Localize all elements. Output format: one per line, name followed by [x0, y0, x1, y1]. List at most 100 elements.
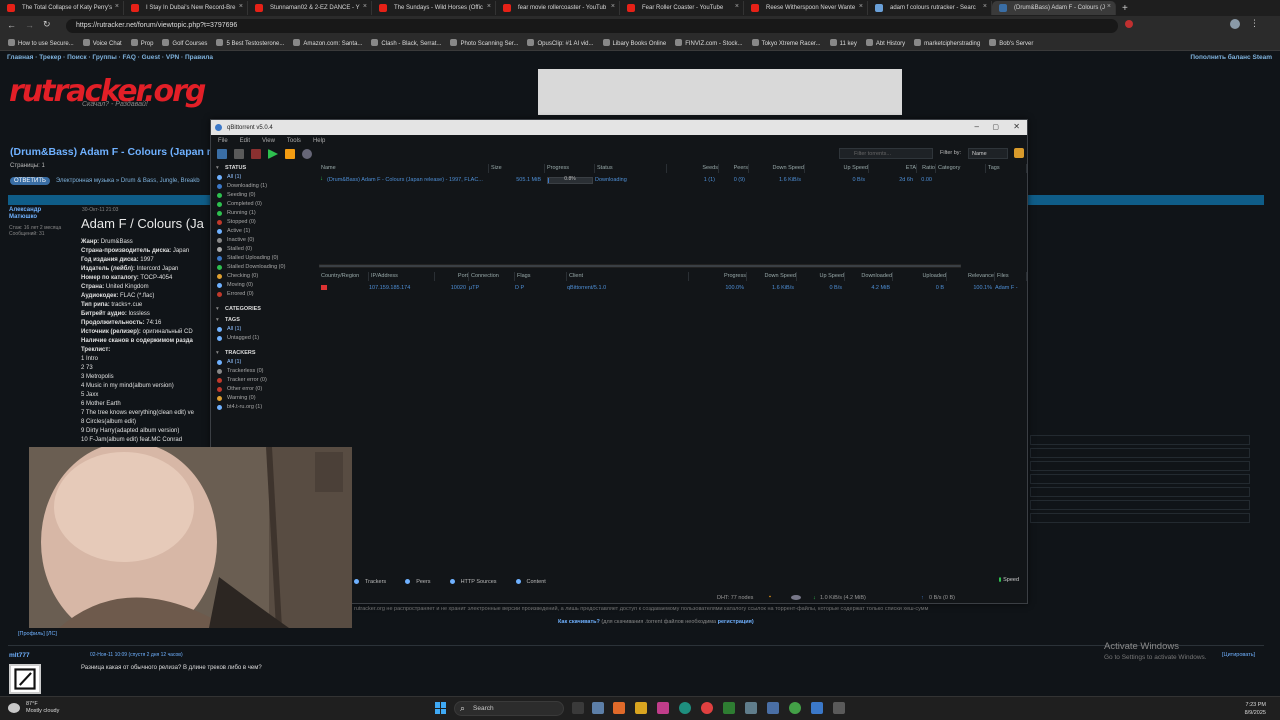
taskbar-app-icon[interactable] [723, 702, 735, 714]
taskbar-app-icon[interactable] [833, 702, 845, 714]
peer-ip[interactable]: 107.159.185.174 [369, 284, 435, 293]
peer-files[interactable]: Adam F - [995, 284, 1027, 293]
taskbar-app-icon[interactable] [745, 702, 757, 714]
browser-tab[interactable]: The Total Collapse of Katy Perry's × [0, 1, 124, 15]
quote-link[interactable]: [Цитировать] [1222, 652, 1255, 658]
bookmark-item[interactable]: Clash - Black, Serrat... [371, 39, 441, 47]
steam-topup-link[interactable]: Пополнить баланс Steam [1190, 54, 1272, 61]
bookmark-item[interactable]: 5 Best Testosterone... [216, 39, 284, 47]
tracker-filter-item[interactable]: Trackerless (0) [211, 367, 317, 376]
column-header-name[interactable]: Name [319, 164, 489, 173]
reply-button[interactable]: ОТВЕТИТЬ [10, 177, 50, 185]
status-filter-item[interactable]: Seeding (0) [211, 191, 317, 200]
peer-column-progress[interactable]: Progress [689, 272, 747, 281]
column-header-tags[interactable]: Tags [986, 164, 1027, 173]
close-tab-icon[interactable]: × [611, 3, 615, 10]
close-tab-icon[interactable]: × [859, 3, 863, 10]
new-tab-icon[interactable]: + [1122, 3, 1128, 14]
profile-avatar-icon[interactable] [1230, 19, 1240, 29]
menu-item[interactable]: View [262, 138, 275, 144]
torrent-progress-bar[interactable]: 0.8% [547, 176, 593, 184]
tab-peers[interactable]: Peers [402, 577, 436, 587]
peer-progress[interactable]: 100.0% [689, 284, 747, 293]
status-filter-item[interactable]: Active (1) [211, 227, 317, 236]
tab-http-sources[interactable]: HTTP Sources [447, 577, 503, 587]
column-header-category[interactable]: Category [936, 164, 986, 173]
filter-torrents-input[interactable]: Filter torrents... [839, 148, 933, 159]
peer-down-speed[interactable]: 1.6 KiB/s [747, 284, 797, 293]
status-filter-item[interactable]: Errored (0) [211, 290, 317, 299]
back-icon[interactable]: ← [7, 20, 16, 30]
bookmark-item[interactable]: marketcipherstrading [914, 39, 980, 47]
browser-tab[interactable]: I Stay In Dubai's New Record-Bre × [124, 1, 248, 15]
tab-content[interactable]: Content [513, 577, 552, 587]
torrent-name[interactable]: (Drum&Bass) Adam F - Colours (Japan rele… [327, 176, 489, 185]
status-header[interactable]: STATUS [211, 164, 317, 173]
how-to-download-link[interactable]: Как скачивать? [558, 619, 600, 625]
status-filter-item[interactable]: Stalled Uploading (0) [211, 254, 317, 263]
tracker-filter-item[interactable]: Tracker error (0) [211, 376, 317, 385]
category-breadcrumb[interactable]: Электронная музыка » Drum & Bass, Jungle… [56, 178, 200, 184]
bookmark-item[interactable]: Abt History [865, 39, 905, 47]
peer-flags[interactable]: D P [515, 284, 567, 293]
reply-date[interactable]: 02-Ноя-11 10:09 (спустя 2 дня 12 часов) [90, 652, 183, 658]
categories-header[interactable]: CATEGORIES [211, 305, 317, 314]
browser-tab[interactable]: (Drum&Bass) Adam F - Colours (J × [992, 1, 1116, 15]
column-header-eta[interactable]: ETA [869, 164, 917, 173]
column-header-up-speed[interactable]: Up Speed [805, 164, 869, 173]
gear-icon[interactable] [302, 149, 312, 159]
browser-tab[interactable]: Reese Witherspoon Never Wante × [744, 1, 868, 15]
column-header-peers[interactable]: Peers [719, 164, 749, 173]
qbittorrent-taskbar-icon[interactable] [811, 702, 823, 714]
taskbar-app-icon[interactable] [767, 702, 779, 714]
minimize-icon[interactable]: – [975, 122, 979, 131]
status-filter-item[interactable]: Stalled (0) [211, 245, 317, 254]
status-filter-item[interactable]: Stalled Downloading (0) [211, 263, 317, 272]
tag-filter-item[interactable]: Untagged (1) [211, 334, 317, 343]
taskbar-search[interactable]: Search [454, 701, 564, 716]
browser-tab[interactable]: adam f colours rutracker - Searc × [868, 1, 992, 15]
resume-icon[interactable] [268, 149, 278, 159]
column-header-size[interactable]: Size [489, 164, 545, 173]
forum-top-nav[interactable]: Главная · Трекер · Поиск · Группы · FAQ … [7, 54, 213, 61]
menu-item[interactable]: File [218, 138, 228, 144]
status-filter-item[interactable]: Inactive (0) [211, 236, 317, 245]
weather-icon[interactable] [8, 703, 20, 713]
url-input[interactable]: https://rutracker.net/forum/viewtopic.ph… [66, 19, 1118, 33]
registration-link[interactable]: регистрация) [718, 619, 754, 625]
close-icon[interactable]: ✕ [1013, 122, 1020, 131]
taskbar-app-icon[interactable] [657, 702, 669, 714]
column-header-down-speed[interactable]: Down Speed [749, 164, 805, 173]
task-view-icon[interactable] [572, 702, 584, 714]
status-filter-item[interactable]: Moving (0) [211, 281, 317, 290]
chrome-icon[interactable] [789, 702, 801, 714]
tracker-filter-item[interactable]: bt4.t-ru.org (1) [211, 403, 317, 412]
edge-icon[interactable] [679, 702, 691, 714]
bookmark-item[interactable]: How to use Secure... [8, 39, 74, 47]
column-header-ratio[interactable]: Ratio [917, 164, 936, 173]
bookmark-item[interactable]: Tokyo Xtreme Racer... [751, 39, 821, 47]
taskbar-app-icon[interactable] [613, 702, 625, 714]
trackers-header[interactable]: TRACKERS [211, 349, 317, 358]
bookmark-item[interactable]: FINVIZ.com - Stock... [675, 39, 743, 47]
delete-icon[interactable] [251, 149, 261, 159]
bookmark-item[interactable]: Prop [130, 39, 153, 47]
profile-links[interactable]: [Профиль] [ЛС] [18, 631, 57, 637]
menu-item[interactable]: Help [313, 138, 325, 144]
extension-icon[interactable] [1125, 20, 1133, 28]
torrent-status[interactable]: Downloading [595, 176, 667, 185]
speed-tab[interactable]: ▮ Speed [999, 577, 1019, 583]
torrent-ratio[interactable]: 0.00 [917, 176, 936, 185]
menu-item[interactable]: Edit [240, 138, 250, 144]
torrent-up-speed[interactable]: 0 B/s [805, 176, 869, 185]
status-filter-item[interactable]: Checking (0) [211, 272, 317, 281]
weather-widget[interactable]: 87°F Mostly cloudy [26, 701, 59, 715]
tracker-filter-item[interactable]: All (1) [211, 358, 317, 367]
peer-relevance[interactable]: 100.1% [947, 284, 995, 293]
status-filter-item[interactable]: Downloading (1) [211, 182, 317, 191]
status-filter-item[interactable]: Running (1) [211, 209, 317, 218]
menu-icon[interactable]: ⋮ [1250, 18, 1259, 29]
taskbar-app-icon[interactable] [592, 702, 604, 714]
add-link-icon[interactable] [217, 149, 227, 159]
peer-column-files[interactable]: Files [995, 272, 1027, 281]
